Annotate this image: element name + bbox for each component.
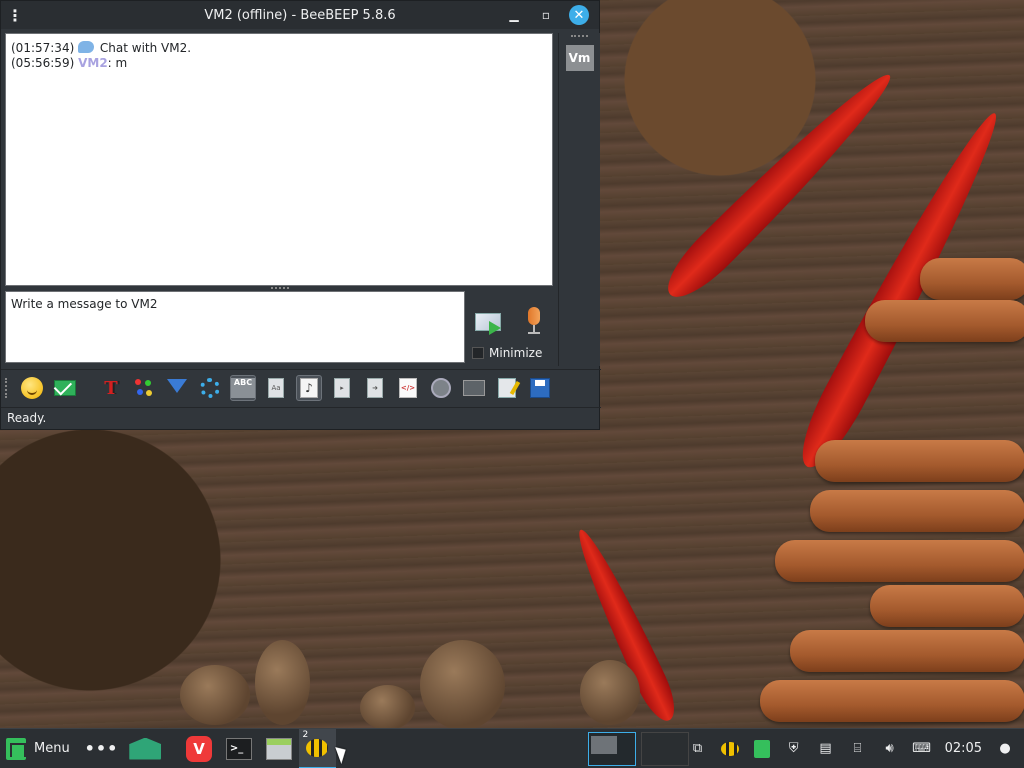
- mint-logo-icon: [6, 737, 26, 760]
- show-apps-icon[interactable]: •••: [82, 729, 122, 768]
- user-icon[interactable]: ●: [996, 740, 1014, 758]
- attach-icon[interactable]: ▸: [329, 375, 355, 401]
- minimize-icon[interactable]: ▁: [505, 6, 523, 24]
- message-sender[interactable]: VM2: [78, 56, 108, 70]
- kebab-menu-icon[interactable]: ⋮: [1, 6, 29, 25]
- chat-bubble-icon: [78, 41, 95, 53]
- shield-icon[interactable]: ⛨: [785, 740, 803, 758]
- beebeep-tray-icon[interactable]: [720, 740, 739, 758]
- message-text: Chat with VM2.: [99, 41, 192, 55]
- message-time: (01:57:34): [11, 41, 75, 55]
- edit-icon[interactable]: [494, 375, 520, 401]
- chat-window: ⋮ VM2 (offline) - BeeBEEP 5.8.6 ▁ ▫ ✕ (0…: [0, 0, 601, 430]
- start-menu-button[interactable]: Menu: [0, 729, 82, 768]
- send-message-icon[interactable]: [473, 309, 505, 335]
- spellcheck-icon[interactable]: ABC: [230, 375, 256, 401]
- window-titlebar[interactable]: ⋮ VM2 (offline) - BeeBEEP 5.8.6 ▁ ▫ ✕: [1, 1, 599, 29]
- screenshot-icon[interactable]: [461, 375, 487, 401]
- volume-icon[interactable]: 🔊︎: [881, 740, 899, 758]
- font-icon[interactable]: T: [98, 375, 124, 401]
- menu-label: Menu: [34, 741, 70, 756]
- panel-grip[interactable]: [571, 35, 588, 41]
- splitter-handle[interactable]: [271, 287, 289, 289]
- status-bar: Ready.: [1, 407, 601, 430]
- note-icon[interactable]: ♪: [296, 375, 322, 401]
- minimize-label: Minimize: [489, 346, 543, 360]
- clipboard-icon[interactable]: ▤: [817, 740, 835, 758]
- microphone-icon[interactable]: [523, 307, 545, 337]
- filter-icon[interactable]: [164, 375, 190, 401]
- avatar[interactable]: Vm: [565, 45, 594, 71]
- chat-toolbar: T ABC Aa ♪ ▸ ➜ </>: [1, 369, 601, 406]
- taskbar: Menu ••• V >_ 2 ⧉ ⛨ ▤ ⌸ 🔊︎ ⌨ 02:05 ●: [0, 728, 1024, 768]
- maximize-icon[interactable]: ▫: [537, 6, 555, 24]
- members-panel: Vm: [558, 33, 600, 366]
- emoticons-icon[interactable]: [19, 375, 45, 401]
- task-count-badge: 2: [302, 729, 309, 740]
- chat-line: (05:56:59) VM2: m: [11, 56, 547, 71]
- terminal-icon[interactable]: >_: [219, 729, 259, 768]
- chat-history[interactable]: (01:57:34) Chat with VM2. (05:56:59) VM2…: [5, 33, 553, 286]
- keyboard-layout-icon[interactable]: ⌨: [912, 740, 931, 758]
- record-icon[interactable]: [428, 375, 454, 401]
- window-list-icon[interactable]: ⧉: [689, 740, 707, 758]
- chat-line: (01:57:34) Chat with VM2.: [11, 41, 547, 56]
- message-time: (05:56:59): [11, 56, 75, 70]
- close-icon[interactable]: ✕: [569, 5, 589, 25]
- color-icon[interactable]: [131, 375, 157, 401]
- mint-update-icon[interactable]: [753, 739, 771, 758]
- message-input[interactable]: Write a message to VM2: [5, 291, 465, 363]
- clock[interactable]: 02:05: [945, 741, 982, 756]
- share-icon[interactable]: ➜: [362, 375, 388, 401]
- network-icon[interactable]: ⌸: [849, 740, 867, 758]
- bee-icon: [306, 738, 329, 757]
- toolbar-grip[interactable]: [5, 378, 9, 398]
- beebeep-task-button[interactable]: 2: [298, 728, 337, 768]
- message-text: m: [115, 56, 128, 70]
- workspace-1[interactable]: [588, 731, 636, 766]
- file-manager-icon[interactable]: [259, 729, 299, 768]
- show-desktop-icon[interactable]: [121, 729, 169, 768]
- message-separator: :: [107, 56, 112, 70]
- workspace-2[interactable]: [640, 731, 689, 766]
- settings-icon[interactable]: [197, 375, 223, 401]
- minimize-option[interactable]: Minimize: [472, 346, 542, 360]
- minimize-checkbox[interactable]: [472, 347, 484, 359]
- html-icon[interactable]: </>: [395, 375, 421, 401]
- dictionary-icon[interactable]: Aa: [263, 375, 289, 401]
- send-file-icon[interactable]: [52, 375, 78, 401]
- vivaldi-browser-icon[interactable]: V: [179, 729, 219, 768]
- save-chat-icon[interactable]: [527, 375, 553, 401]
